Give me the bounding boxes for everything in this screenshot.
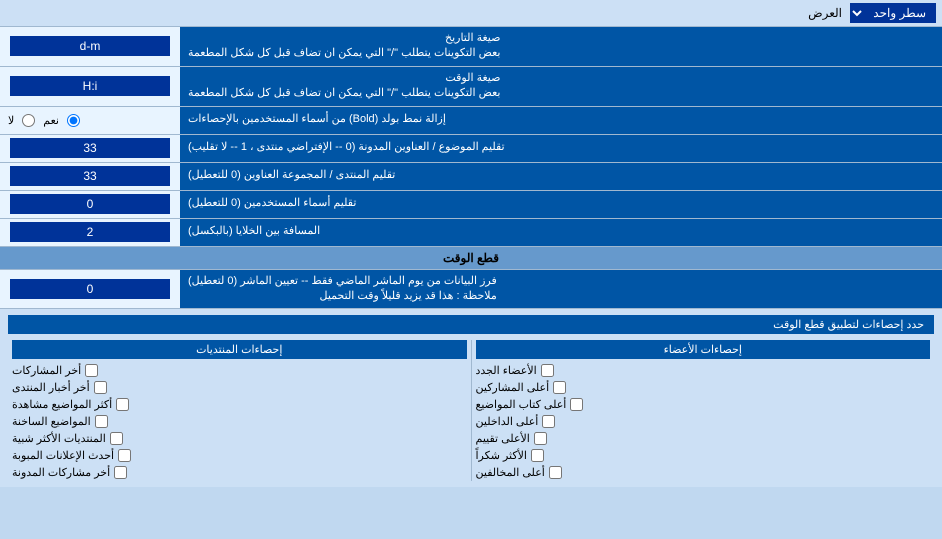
cell-spacing-row: المسافة بين الخلايا (بالبكسل)	[0, 219, 942, 247]
time-cut-label: فرز البيانات من يوم الماشر الماضي فقط --…	[180, 270, 942, 309]
cell-spacing-input[interactable]	[10, 222, 170, 242]
top-rated-checkbox[interactable]	[534, 432, 547, 445]
user-names-row: تقليم أسماء المستخدمين (0 للتعطيل)	[0, 191, 942, 219]
topic-subject-row: تقليم الموضوع / العناوين المدونة (0 -- ا…	[0, 135, 942, 163]
date-format-input[interactable]	[10, 36, 170, 56]
stats-members-header: إحصاءات الأعضاء	[476, 340, 931, 359]
user-names-input[interactable]	[10, 194, 170, 214]
top-posters-label: أعلى المشاركين	[476, 381, 550, 394]
top-visitors-item: أعلى المخالفين	[476, 464, 931, 481]
bold-no-radio[interactable]	[22, 114, 35, 127]
last-topics-item: المواضيع الساخنة	[12, 413, 467, 430]
new-members-checkbox[interactable]	[541, 364, 554, 377]
header-row: سطر واحدسطرينثلاثة أسطر العرض	[0, 0, 942, 27]
top-topic-writers-checkbox[interactable]	[570, 398, 583, 411]
date-format-label: صيغة التاريخ بعض التكوينات يتطلب "/" الت…	[180, 27, 942, 66]
last-posts-label: أخر المشاركات	[12, 364, 81, 377]
time-cut-input-wrapper	[0, 270, 180, 309]
stats-forums-header: إحصاءات المنتديات	[12, 340, 467, 359]
most-thanked-label: الأكثر شكراً	[476, 449, 527, 462]
similar-forums-item: المنتديات الأكثر شبية	[12, 430, 467, 447]
stats-section: حدد إحصاءات لتطبيق قطع الوقت إحصاءات الأ…	[0, 309, 942, 487]
last-topics-checkbox[interactable]	[95, 415, 108, 428]
top-rated-label: الأعلى تقييم	[476, 432, 530, 445]
bold-yes-label: نعم	[43, 114, 59, 127]
recent-ads-label: أحدث الإعلانات المبوبة	[12, 449, 114, 462]
stats-columns: إحصاءات الأعضاء الأعضاء الجدد أعلى المشا…	[8, 340, 934, 481]
bold-remove-label: إزالة نمط بولد (Bold) من أسماء المستخدمي…	[180, 107, 942, 134]
top-visitors-checkbox[interactable]	[549, 466, 562, 479]
stats-forums-col: إحصاءات المنتديات أخر المشاركات أخر أخبا…	[8, 340, 471, 481]
top-online-label: أعلى الداخلين	[476, 415, 539, 428]
time-cut-row: فرز البيانات من يوم الماشر الماضي فقط --…	[0, 270, 942, 310]
similar-forums-checkbox[interactable]	[110, 432, 123, 445]
bold-no-label: لا	[8, 114, 14, 127]
time-format-input-wrapper	[0, 67, 180, 106]
date-format-input-wrapper	[0, 27, 180, 66]
time-cut-input[interactable]	[10, 279, 170, 299]
topic-subject-input-wrapper	[0, 135, 180, 162]
last-topics-label: المواضيع الساخنة	[12, 415, 91, 428]
time-format-row: صيغة الوقت بعض التكوينات يتطلب "/" التي …	[0, 67, 942, 107]
forum-group-label: تقليم المنتدى / المجموعة العناوين (0 للت…	[180, 163, 942, 190]
main-container: سطر واحدسطرينثلاثة أسطر العرض صيغة التار…	[0, 0, 942, 487]
time-format-label: صيغة الوقت بعض التكوينات يتطلب "/" التي …	[180, 67, 942, 106]
most-thanked-item: الأكثر شكراً	[476, 447, 931, 464]
similar-forums-label: المنتديات الأكثر شبية	[12, 432, 106, 445]
user-names-label: تقليم أسماء المستخدمين (0 للتعطيل)	[180, 191, 942, 218]
top-topic-writers-item: أعلى كتاب المواضيع	[476, 396, 931, 413]
bold-yes-radio[interactable]	[67, 114, 80, 127]
forum-group-row: تقليم المنتدى / المجموعة العناوين (0 للت…	[0, 163, 942, 191]
bold-remove-radio-wrapper: نعم لا	[0, 107, 180, 134]
top-topic-writers-label: أعلى كتاب المواضيع	[476, 398, 567, 411]
noted-participations-item: أخر مشاركات المدونة	[12, 464, 467, 481]
top-online-checkbox[interactable]	[542, 415, 555, 428]
noted-participations-checkbox[interactable]	[114, 466, 127, 479]
forum-group-input-wrapper	[0, 163, 180, 190]
most-viewed-label: أكثر المواضيع مشاهدة	[12, 398, 112, 411]
forum-news-label: أخر أخبار المنتدى	[12, 381, 90, 394]
top-online-item: أعلى الداخلين	[476, 413, 931, 430]
time-cut-header: قطع الوقت	[0, 247, 942, 270]
bold-remove-row: إزالة نمط بولد (Bold) من أسماء المستخدمي…	[0, 107, 942, 135]
top-posters-checkbox[interactable]	[553, 381, 566, 394]
cell-spacing-label: المسافة بين الخلايا (بالبكسل)	[180, 219, 942, 246]
top-posters-item: أعلى المشاركين	[476, 379, 931, 396]
forum-news-checkbox[interactable]	[94, 381, 107, 394]
forum-news-item: أخر أخبار المنتدى	[12, 379, 467, 396]
most-viewed-checkbox[interactable]	[116, 398, 129, 411]
date-format-row: صيغة التاريخ بعض التكوينات يتطلب "/" الت…	[0, 27, 942, 67]
top-visitors-label: أعلى المخالفين	[476, 466, 545, 479]
stats-title: حدد إحصاءات لتطبيق قطع الوقت	[8, 315, 934, 334]
display-select[interactable]: سطر واحدسطرينثلاثة أسطر	[850, 3, 936, 23]
forum-group-input[interactable]	[10, 166, 170, 186]
topic-subject-label: تقليم الموضوع / العناوين المدونة (0 -- ا…	[180, 135, 942, 162]
most-viewed-item: أكثر المواضيع مشاهدة	[12, 396, 467, 413]
last-posts-item: أخر المشاركات	[12, 362, 467, 379]
topic-subject-input[interactable]	[10, 138, 170, 158]
time-format-input[interactable]	[10, 76, 170, 96]
cell-spacing-input-wrapper	[0, 219, 180, 246]
stats-title-row: حدد إحصاءات لتطبيق قطع الوقت	[8, 315, 934, 334]
recent-ads-checkbox[interactable]	[118, 449, 131, 462]
user-names-input-wrapper	[0, 191, 180, 218]
new-members-item: الأعضاء الجدد	[476, 362, 931, 379]
top-rated-item: الأعلى تقييم	[476, 430, 931, 447]
recent-ads-item: أحدث الإعلانات المبوبة	[12, 447, 467, 464]
stats-members-col: إحصاءات الأعضاء الأعضاء الجدد أعلى المشا…	[472, 340, 935, 481]
last-posts-checkbox[interactable]	[85, 364, 98, 377]
most-thanked-checkbox[interactable]	[531, 449, 544, 462]
stats-divider	[471, 340, 472, 481]
display-label: العرض	[6, 6, 850, 20]
noted-participations-label: أخر مشاركات المدونة	[12, 466, 110, 479]
new-members-label: الأعضاء الجدد	[476, 364, 537, 377]
